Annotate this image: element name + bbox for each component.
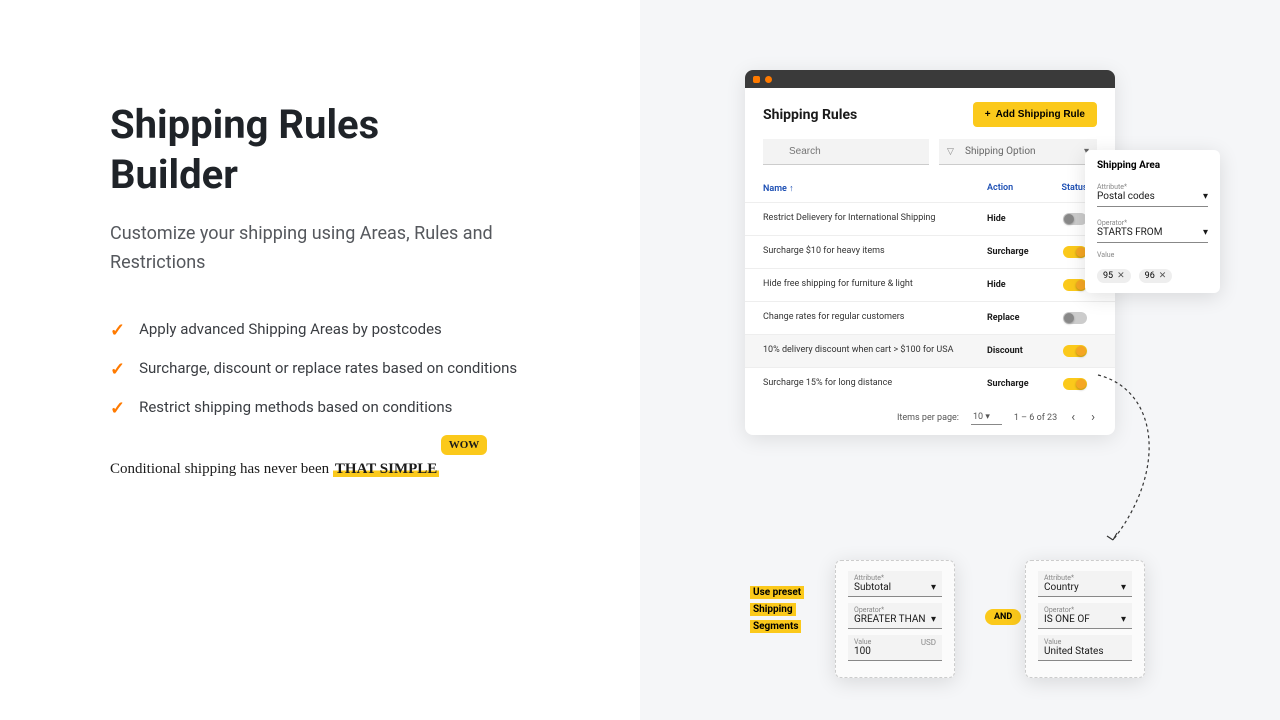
window-control-icon [753,76,760,83]
rule-action: Discount [987,346,1052,356]
rule-name: Surcharge $10 for heavy items [763,246,987,258]
rule-action: Hide [987,214,1052,224]
status-toggle[interactable] [1063,312,1087,324]
rule-name: Restrict Delievery for International Shi… [763,213,987,225]
operator-select[interactable]: Operator* STARTS FROM▾ [1097,215,1208,243]
rule-action: Surcharge [987,247,1052,257]
check-icon: ✓ [110,398,125,419]
and-connector: AND [985,609,1021,625]
add-shipping-rule-button[interactable]: + Add Shipping Rule [973,102,1097,127]
status-toggle[interactable] [1063,345,1087,357]
table-row[interactable]: Hide free shipping for furniture & light… [745,268,1115,301]
status-toggle[interactable] [1063,213,1087,225]
rule-name: Change rates for regular customers [763,312,987,324]
wow-badge: WOW [441,435,488,455]
page-subtitle: Customize your shipping using Areas, Rul… [110,220,580,278]
value-input[interactable]: ValueUSD 100 [848,635,942,661]
attribute-select[interactable]: Attribute* Country▾ [1038,571,1132,597]
attribute-select[interactable]: Attribute* Subtotal▾ [848,571,942,597]
check-icon: ✓ [110,359,125,380]
filter-icon: ▽ [947,147,954,157]
prev-page-button[interactable]: ‹ [1069,410,1077,425]
rule-name: Surcharge 15% for long distance [763,378,987,390]
status-toggle[interactable] [1063,378,1087,390]
attribute-select[interactable]: Attribute* Postal codes▾ [1097,179,1208,207]
table-row[interactable]: Restrict Delievery for International Shi… [745,202,1115,235]
page-title: Shipping RulesBuilder [110,100,580,200]
chevron-down-icon: ▾ [1203,227,1208,238]
chevron-down-icon: ▾ [1203,191,1208,202]
next-page-button[interactable]: › [1089,410,1097,425]
chevron-down-icon: ▾ [931,582,936,593]
rule-name: Hide free shipping for furniture & light [763,279,987,291]
preset-label: Use presetShippingSegments [750,584,804,635]
status-toggle[interactable] [1063,279,1087,291]
table-row[interactable]: Surcharge 15% for long distanceSurcharge [745,367,1115,400]
shipping-option-filter[interactable]: Shipping Option ▾ [939,139,1097,165]
app-window: Shipping Rules + Add Shipping Rule 🔍︎ ▽ … [745,70,1115,435]
plus-icon: + [985,109,991,120]
window-heading: Shipping Rules [763,107,857,123]
window-titlebar [745,70,1115,88]
feature-item: ✓ Apply advanced Shipping Areas by postc… [110,318,580,341]
shipping-area-card: Shipping Area Attribute* Postal codes▾ O… [1085,150,1220,293]
segment-card-subtotal: Attribute* Subtotal▾ Operator* GREATER T… [835,560,955,678]
table-row[interactable]: 10% delivery discount when cart > $100 f… [745,334,1115,367]
table-row[interactable]: Surcharge $10 for heavy itemsSurcharge [745,235,1115,268]
chevron-down-icon: ▾ [1121,582,1126,593]
pagination: Items per page: 10 ▾ 1 – 6 of 23 ‹ › [745,400,1115,435]
segment-card-country: Attribute* Country▾ Operator* IS ONE OF▾… [1025,560,1145,678]
table-header: Name ↑ Action Status [745,175,1115,202]
rule-action: Replace [987,313,1052,323]
chevron-down-icon: ▾ [1121,614,1126,625]
check-icon: ✓ [110,320,125,341]
rule-action: Hide [987,280,1052,290]
value-chip[interactable]: 95✕ [1097,269,1131,283]
feature-item: ✓ Restrict shipping methods based on con… [110,396,580,419]
table-row[interactable]: Change rates for regular customersReplac… [745,301,1115,334]
remove-chip-icon[interactable]: ✕ [1159,271,1167,281]
feature-item: ✓ Surcharge, discount or replace rates b… [110,357,580,380]
chevron-down-icon: ▾ [931,614,936,625]
search-input[interactable] [763,139,929,165]
rule-action: Surcharge [987,379,1052,389]
value-chip[interactable]: 96✕ [1139,269,1173,283]
status-toggle[interactable] [1063,246,1087,258]
tagline: Conditional shipping has never been THAT… [110,461,439,478]
items-per-page-select[interactable]: 10 ▾ [971,410,1002,425]
remove-chip-icon[interactable]: ✕ [1117,271,1125,281]
rule-name: 10% delivery discount when cart > $100 f… [763,345,987,357]
sort-up-icon[interactable]: ↑ [789,184,794,194]
window-control-icon [765,76,772,83]
operator-select[interactable]: Operator* GREATER THAN▾ [848,603,942,629]
value-input[interactable]: Value United States [1038,635,1132,661]
operator-select[interactable]: Operator* IS ONE OF▾ [1038,603,1132,629]
